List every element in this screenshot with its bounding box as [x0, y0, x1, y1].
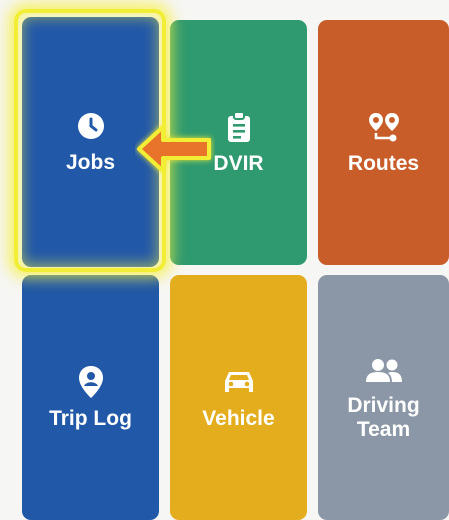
tile-dvir[interactable]: DVIR — [170, 20, 307, 265]
tile-driving-team-label-line2: Team — [356, 417, 411, 441]
tile-jobs[interactable]: Jobs — [22, 17, 159, 267]
clock-icon — [76, 109, 106, 143]
tile-dvir-label: DVIR — [213, 151, 264, 175]
tile-driving-team-label: Driving Team — [347, 394, 419, 442]
tile-vehicle[interactable]: Vehicle — [170, 275, 307, 520]
tile-routes-label: Routes — [347, 151, 420, 175]
people-icon — [365, 354, 403, 388]
tile-vehicle-label: Vehicle — [202, 406, 275, 430]
tile-trip-log-label: Trip Log — [49, 406, 132, 430]
route-icon — [367, 110, 401, 144]
location-pin-icon — [78, 365, 104, 399]
tile-driving-team-label-line1: Driving — [347, 393, 420, 417]
tile-trip-log[interactable]: Trip Log — [22, 275, 159, 520]
tile-routes[interactable]: Routes — [318, 20, 449, 265]
tile-driving-team[interactable]: Driving Team — [318, 275, 449, 520]
car-icon — [222, 365, 256, 399]
clipboard-icon — [226, 110, 252, 144]
tile-jobs-label: Jobs — [65, 151, 115, 174]
